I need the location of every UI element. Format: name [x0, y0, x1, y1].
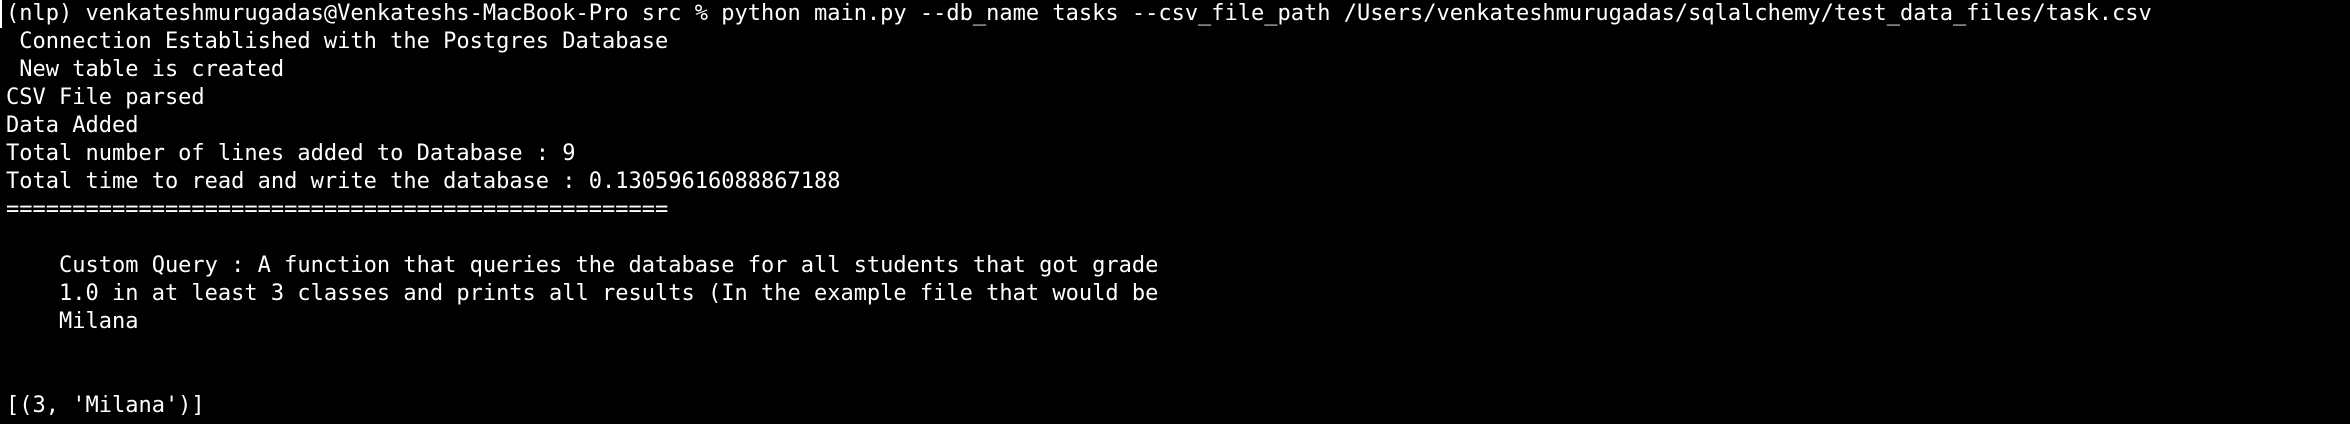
command-line: (nlp) venkateshmurugadas@Venkateshs-MacB…: [6, 1, 2152, 26]
output-line: Data Added: [6, 113, 139, 138]
output-line: Milana: [6, 309, 139, 334]
output-line: Custom Query : A function that queries t…: [6, 253, 1159, 278]
terminal-window[interactable]: (nlp) venkateshmurugadas@Venkateshs-MacB…: [0, 0, 2350, 424]
output-line: CSV File parsed: [6, 85, 205, 110]
output-line: Total number of lines added to Database …: [6, 141, 576, 166]
output-line: Total time to read and write the databas…: [6, 169, 841, 194]
output-line: Connection Established with the Postgres…: [6, 29, 669, 54]
output-line: New table is created: [6, 57, 285, 82]
separator-line: ========================================…: [6, 197, 669, 222]
prompt-marker: [0, 0, 2, 28]
output-line: 1.0 in at least 3 classes and prints all…: [6, 281, 1159, 306]
result-line: [(3, 'Milana')]: [6, 393, 205, 418]
